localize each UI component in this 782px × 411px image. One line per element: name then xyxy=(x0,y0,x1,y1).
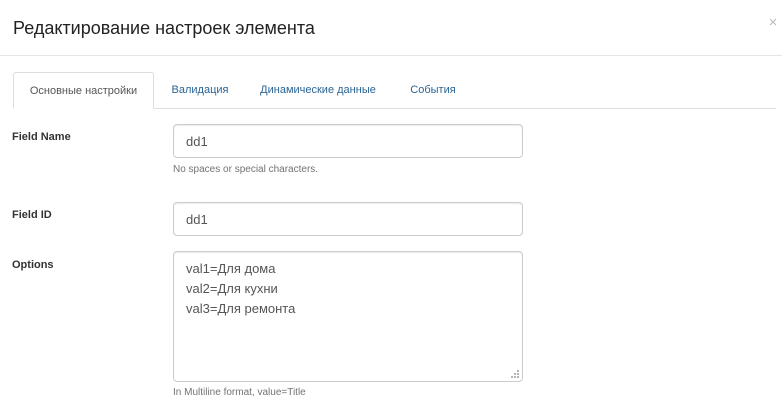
tab-dynamic-data[interactable]: Динамические данные xyxy=(253,72,383,109)
field-id-label: Field ID xyxy=(12,209,52,221)
options-label: Options xyxy=(12,259,54,271)
options-help: In Multiline format, value=Title xyxy=(173,387,306,398)
tab-validation[interactable]: Валидация xyxy=(161,72,239,109)
field-id-input[interactable] xyxy=(173,202,523,236)
modal-title: Редактирование настроек элемента xyxy=(13,18,315,38)
resize-grip-icon[interactable] xyxy=(509,368,520,379)
field-name-label: Field Name xyxy=(12,131,71,143)
field-name-help: No spaces or special characters. xyxy=(173,164,319,175)
options-textarea[interactable]: val1=Для дома val2=Для кухни val3=Для ре… xyxy=(173,251,523,382)
settings-tabs: Основные настройки Валидация Динамически… xyxy=(13,72,776,109)
tab-main-settings[interactable]: Основные настройки xyxy=(13,72,154,109)
tab-events[interactable]: События xyxy=(399,72,467,109)
modal-header: Редактирование настроек элемента × xyxy=(0,0,782,56)
close-icon[interactable]: × xyxy=(766,14,780,32)
field-name-input[interactable] xyxy=(173,124,523,158)
